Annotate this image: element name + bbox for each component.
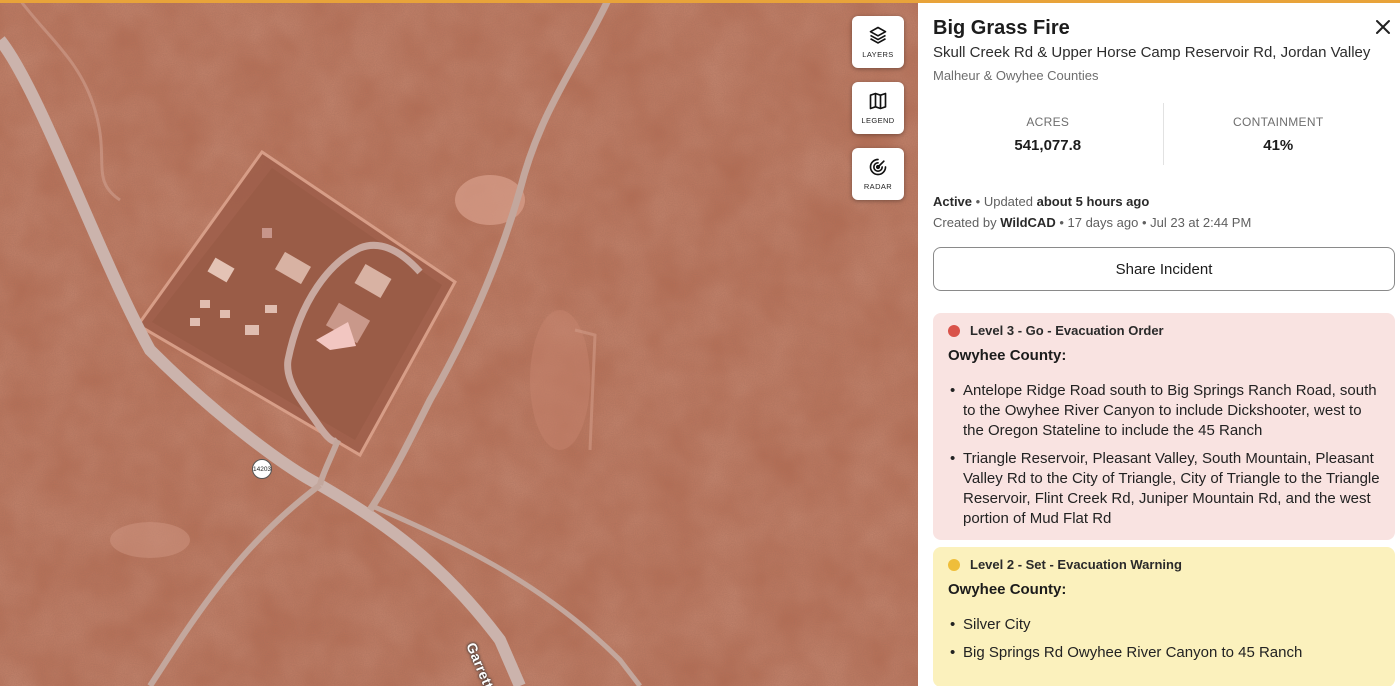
stat-label: CONTAINMENT [1233, 115, 1324, 129]
layers-button-label: LAYERS [862, 50, 894, 59]
road-number-marker: 14203 [252, 459, 272, 479]
zone-level-label: Level 3 - Go - Evacuation Order [970, 323, 1164, 338]
stat-containment: CONTAINMENT 41% [1162, 103, 1394, 165]
list-item: Antelope Ridge Road south to Big Springs… [948, 381, 1380, 441]
status-line: Active • Updated about 5 hours ago [933, 194, 1149, 209]
created-prefix: Created by [933, 215, 997, 230]
zone-county: Owyhee County: [948, 581, 1067, 598]
close-icon [1376, 20, 1390, 34]
created-line: Created by WildCAD • 17 days ago • Jul 2… [933, 215, 1251, 230]
incident-panel: Big Grass Fire Skull Creek Rd & Upper Ho… [918, 3, 1400, 686]
list-item: Big Springs Rd Owyhee River Canyon to 45… [948, 643, 1380, 663]
top-accent-bar [0, 0, 1400, 3]
level-2-dot-icon [948, 558, 960, 571]
map-icon [869, 92, 887, 110]
zone-header: Level 2 - Set - Evacuation Warning [948, 557, 1380, 572]
stat-value: 41% [1263, 137, 1294, 154]
layers-button[interactable]: LAYERS [852, 16, 904, 68]
stat-label: ACRES [1026, 115, 1070, 129]
level-3-dot-icon [948, 324, 960, 337]
map-controls: LAYERS LEGEND RADAR [852, 16, 904, 214]
incident-title: Big Grass Fire [933, 17, 1070, 39]
incident-address: Skull Creek Rd & Upper Horse Camp Reserv… [933, 44, 1371, 61]
zone-area-list: Silver City Big Springs Rd Owyhee River … [948, 615, 1380, 663]
list-item: Silver City [948, 615, 1380, 635]
share-incident-button[interactable]: Share Incident [933, 247, 1395, 291]
radar-icon [869, 158, 887, 176]
updated-time: about 5 hours ago [1036, 194, 1150, 209]
satellite-map[interactable]: 14203 Garrett Cr LAYERS LEGEND RADAR [0, 0, 918, 686]
stat-acres: ACRES 541,077.8 [933, 103, 1163, 165]
incident-stats: ACRES 541,077.8 CONTAINMENT 41% [933, 103, 1393, 165]
status-text: Active [933, 194, 973, 209]
created-age: • 17 days ago • Jul 23 at 2:44 PM [1059, 215, 1252, 230]
updated-prefix: • Updated [975, 194, 1033, 209]
zone-county: Owyhee County: [948, 347, 1067, 364]
legend-button[interactable]: LEGEND [852, 82, 904, 134]
close-button[interactable] [1373, 17, 1393, 37]
map-terrain [0, 0, 918, 686]
zone-header: Level 3 - Go - Evacuation Order [948, 323, 1380, 338]
radar-button-label: RADAR [863, 182, 893, 191]
evacuation-zone-level-3: Level 3 - Go - Evacuation Order Owyhee C… [933, 313, 1395, 540]
zone-level-label: Level 2 - Set - Evacuation Warning [970, 557, 1182, 572]
evacuation-zone-level-2: Level 2 - Set - Evacuation Warning Owyhe… [933, 547, 1395, 686]
legend-button-label: LEGEND [861, 116, 895, 125]
incident-counties: Malheur & Owyhee Counties [933, 68, 1099, 83]
list-item: Triangle Reservoir, Pleasant Valley, Sou… [948, 449, 1380, 529]
created-by: WildCAD [1000, 215, 1056, 230]
radar-button[interactable]: RADAR [852, 148, 904, 200]
zone-area-list: Antelope Ridge Road south to Big Springs… [948, 381, 1380, 529]
layers-icon [869, 26, 887, 44]
stat-value: 541,077.8 [1014, 137, 1082, 154]
